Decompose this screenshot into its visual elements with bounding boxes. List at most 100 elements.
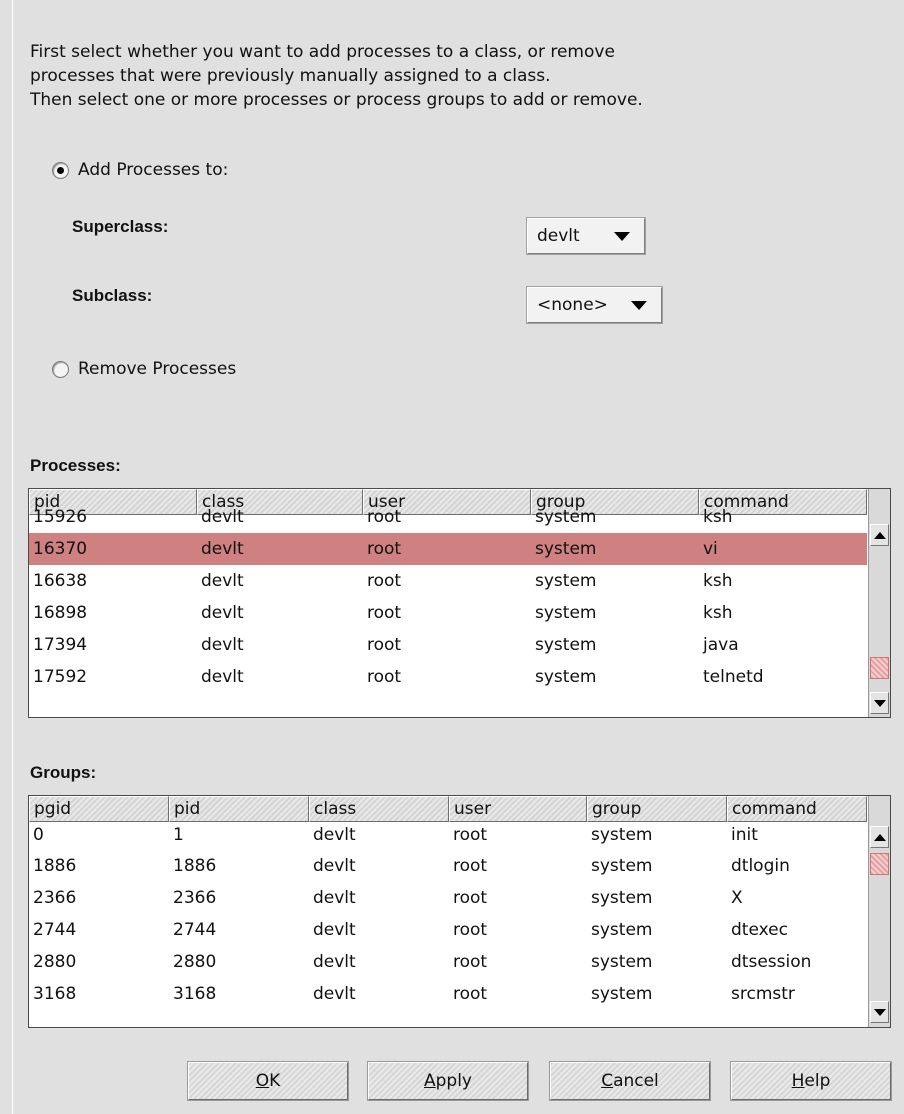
subclass-label: Subclass: [72,286,153,305]
scroll-thumb[interactable] [870,853,889,875]
table-row[interactable]: 17394 devlt root system java [29,629,867,661]
superclass-label: Superclass: [72,217,169,236]
cancel-button[interactable]: Cancel [549,1061,711,1101]
table-row[interactable]: 15926 devlt root system ksh [29,509,867,527]
scroll-up-button[interactable] [870,524,889,546]
apply-button[interactable]: Apply [367,1061,529,1101]
table-row[interactable]: 2744 2744 devlt root system dtexec [29,914,867,946]
cell-user: root [453,888,488,908]
column-header[interactable]: pgid [29,796,169,822]
arrow-down-icon [874,1009,886,1016]
table-row[interactable]: 16638 devlt root system ksh [29,565,867,597]
cell-command: dtexec [731,920,788,940]
column-header[interactable]: group [587,796,727,822]
cell-class: devlt [201,571,244,591]
groups-title: Groups: [30,763,97,782]
cell-group: system [535,603,597,623]
table-row[interactable]: 2366 2366 devlt root system X [29,882,867,914]
cell-command: init [731,826,758,845]
column-header[interactable]: command [727,796,867,822]
help-button[interactable]: Help [730,1061,892,1101]
cell-group: system [591,920,653,940]
cell-command: X [731,888,743,908]
cell-user: root [367,635,402,655]
help-label: elp [804,1071,831,1091]
cell-group: system [535,635,597,655]
ok-button[interactable]: OK [187,1061,349,1101]
cell-group: system [535,509,597,527]
add-processes-label: Add Processes to: [78,160,229,180]
cell-pid: 17592 [33,667,88,687]
table-row[interactable]: 3168 3168 devlt root system srcmstr [29,978,867,1010]
cell-group: system [535,571,597,591]
scroll-down-button[interactable] [870,692,889,714]
processes-body: 15926 devlt root system ksh 16370 devlt … [29,509,867,717]
window-edge [12,0,13,1114]
table-row[interactable]: 1886 1886 devlt root system dtlogin [29,850,867,882]
table-row[interactable]: 2880 2880 devlt root system dtsession [29,946,867,978]
column-header[interactable]: user [449,796,587,822]
apply-label: pply [435,1071,472,1091]
radio-checked-icon[interactable] [52,161,69,179]
cell-user: root [453,856,488,876]
cell-pid: 1886 [173,856,217,876]
cell-command: srcmstr [731,984,795,1004]
table-row[interactable]: 0 1 devlt root system init [29,826,867,850]
apply-mnemonic: A [423,1071,436,1091]
cell-command: java [703,635,739,655]
cell-class: devlt [201,603,244,623]
cell-pid: 16638 [33,571,88,591]
column-header[interactable]: class [309,796,449,822]
cell-pid: 1 [173,826,184,845]
add-processes-radio[interactable]: Add Processes to: [52,160,228,180]
groups-table[interactable]: pgid pid class user group command 0 1 de… [28,795,891,1028]
column-header[interactable]: pid [169,796,309,822]
cell-group: system [591,856,653,876]
instructions: First select whether you want to add pro… [30,40,643,112]
cell-pid: 2880 [173,952,217,972]
cell-user: root [367,539,402,559]
superclass-value: devlt [537,226,580,246]
groups-scrollbar[interactable] [868,796,890,1027]
table-row[interactable]: 16898 devlt root system ksh [29,597,867,629]
cell-pgid: 3168 [33,984,77,1004]
cell-command: ksh [703,509,733,527]
cell-pid: 16370 [33,539,88,559]
cell-user: root [367,509,402,527]
scroll-down-button[interactable] [870,1001,889,1023]
processes-scrollbar[interactable] [868,489,890,717]
chevron-down-icon [614,232,630,241]
cancel-label: ancel [613,1071,659,1091]
cell-user: root [453,826,488,845]
cell-pgid: 2880 [33,952,77,972]
table-row-selected[interactable]: 16370 devlt root system vi [29,533,867,565]
remove-processes-label: Remove Processes [78,359,237,379]
cancel-mnemonic: C [601,1071,614,1091]
cell-command: vi [703,539,718,559]
cell-user: root [453,920,488,940]
cell-pid: 2366 [173,888,217,908]
instructions-line-1: First select whether you want to add pro… [30,42,615,62]
remove-processes-radio[interactable]: Remove Processes [52,359,236,379]
superclass-dropdown[interactable]: devlt [526,217,646,255]
arrow-down-icon [874,700,886,707]
cell-user: root [367,667,402,687]
instructions-line-3: Then select one or more processes or pro… [30,90,643,110]
subclass-value: <none> [537,295,608,315]
cell-command: ksh [703,571,733,591]
cell-pgid: 2744 [33,920,77,940]
cell-pid: 2744 [173,920,217,940]
table-row[interactable]: 17592 devlt root system telnetd [29,661,867,693]
subclass-dropdown[interactable]: <none> [526,286,663,324]
ok-label: K [269,1071,281,1091]
scroll-up-button[interactable] [870,826,889,848]
scroll-thumb[interactable] [870,657,889,679]
radio-unchecked-icon[interactable] [52,360,69,378]
cell-group: system [591,826,653,845]
processes-table[interactable]: pid class user group command 15926 devlt… [28,488,891,718]
groups-body: 0 1 devlt root system init 1886 1886 dev… [29,826,867,1027]
cell-user: root [453,952,488,972]
cell-group: system [591,952,653,972]
cell-class: devlt [201,635,244,655]
cell-class: devlt [201,667,244,687]
